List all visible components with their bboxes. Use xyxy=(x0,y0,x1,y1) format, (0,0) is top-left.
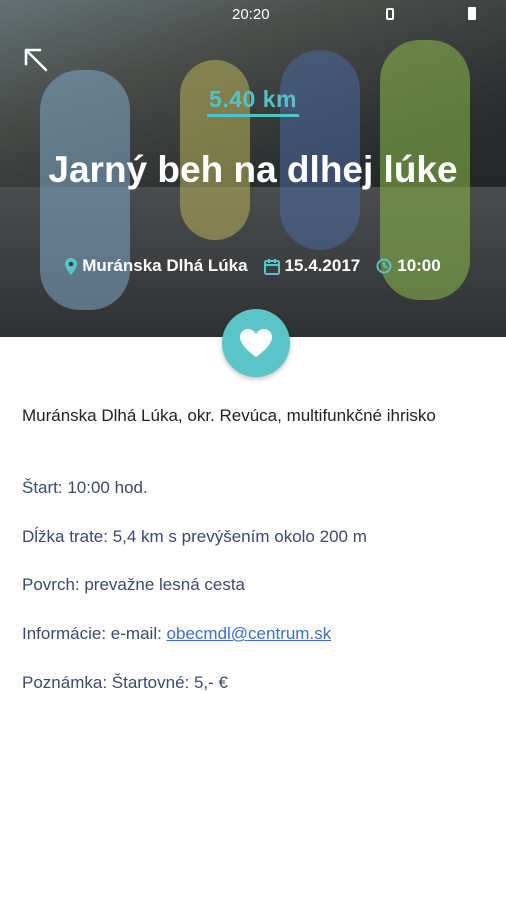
back-arrow-icon xyxy=(24,48,48,72)
distance-value: 5.40 km xyxy=(207,86,299,117)
detail-length: Dĺžka trate: 5,4 km s prevýšením okolo 2… xyxy=(22,527,367,546)
heart-icon xyxy=(240,329,272,357)
detail-surface: Povrch: prevažne lesná cesta xyxy=(22,575,246,594)
detail-place: Muránska Dlhá Lúka, okr. Revúca, multifu… xyxy=(22,406,436,425)
event-meta: Muránska Dlhá Lúka 15.4.2017 10:00 xyxy=(0,256,506,276)
clock-icon xyxy=(376,258,392,274)
event-location: Muránska Dlhá Lúka xyxy=(65,256,248,276)
email-link[interactable]: obecmdl@centrum.sk xyxy=(167,624,332,643)
detail-note: Poznámka: Štartovné: 5,- € xyxy=(22,673,228,692)
event-details: Muránska Dlhá Lúka, okr. Revúca, multifu… xyxy=(22,404,484,692)
status-bar: 20:20 xyxy=(0,0,506,28)
map-pin-icon xyxy=(65,257,78,275)
event-date: 15.4.2017 xyxy=(263,256,361,276)
calendar-icon xyxy=(263,258,280,275)
time-text: 10:00 xyxy=(397,256,441,275)
date-text: 15.4.2017 xyxy=(284,256,361,275)
location-text: Muránska Dlhá Lúka xyxy=(82,256,248,275)
battery-icon xyxy=(468,7,476,20)
favorite-button[interactable] xyxy=(222,309,290,377)
distance-badge: 5.40 km xyxy=(0,86,506,117)
event-title: Jarný beh na dlhej lúke xyxy=(48,149,458,190)
detail-start: Štart: 10:00 hod. xyxy=(22,478,148,497)
event-time: 10:00 xyxy=(376,256,441,276)
signal-icon xyxy=(386,8,394,20)
back-button[interactable] xyxy=(20,44,52,76)
info-label: Informácie: e-mail: xyxy=(22,624,167,643)
detail-info: Informácie: e-mail: obecmdl@centrum.sk xyxy=(22,622,331,646)
status-time: 20:20 xyxy=(232,6,270,23)
